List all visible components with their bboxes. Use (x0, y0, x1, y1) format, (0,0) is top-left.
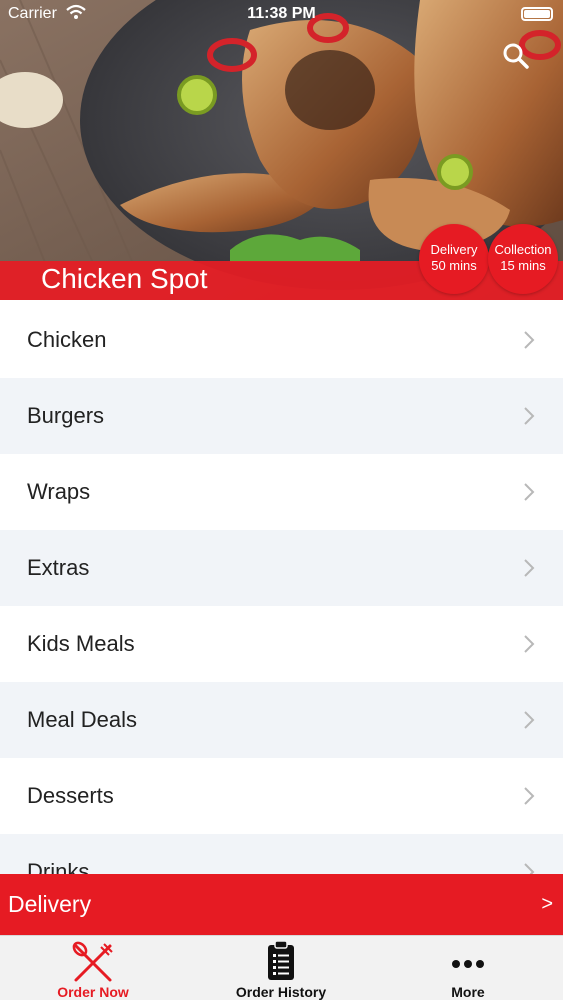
collection-badge-time: 15 mins (500, 258, 546, 273)
category-label: Burgers (27, 403, 105, 428)
delivery-mode-bar[interactable]: Delivery > (0, 874, 563, 935)
category-label: Desserts (27, 783, 114, 808)
collection-time-badge: Collection 15 mins (488, 224, 558, 294)
tab-order-now[interactable]: Order Now (43, 936, 143, 1000)
chevron-right-icon (524, 635, 535, 653)
tab-order-history[interactable]: Order History (221, 936, 341, 1000)
restaurant-name: Chicken Spot (41, 263, 208, 294)
delivery-mode-label: Delivery (8, 891, 92, 917)
category-label: Extras (27, 555, 90, 580)
chevron-right-icon (524, 331, 535, 349)
battery-icon (521, 7, 553, 21)
category-row-desserts[interactable]: Desserts (0, 758, 563, 834)
delivery-badge-title: Delivery (430, 242, 478, 257)
category-label: Drinks (27, 859, 90, 874)
category-label: Kids Meals (27, 631, 135, 656)
category-row-drinks[interactable]: Drinks (0, 834, 563, 874)
tab-more[interactable]: More (428, 936, 508, 1000)
category-label: Wraps (27, 479, 91, 504)
chevron-right-icon (524, 407, 535, 425)
delivery-time-badge: Delivery 50 mins (419, 224, 489, 294)
more-dots-icon (452, 960, 484, 968)
chevron-right-icon (524, 559, 535, 577)
category-row-meal-deals[interactable]: Meal Deals (0, 682, 563, 758)
status-bar: Carrier 11:38 PM (0, 0, 563, 30)
hero-banner: Carrier 11:38 PM Chicken Spot Delivery 5… (0, 0, 563, 300)
category-label: Meal Deals (27, 707, 138, 732)
chevron-right-icon (524, 483, 535, 501)
tab-bar: Order Now Order History More (0, 935, 563, 1000)
collection-badge-title: Collection (494, 242, 552, 257)
category-label: Chicken (27, 327, 107, 352)
clipboard-list-icon (268, 940, 294, 980)
tab-label: Order History (235, 984, 327, 1000)
tab-label: Order Now (57, 984, 129, 1000)
category-list[interactable]: Chicken Burgers Wraps Extras Kids Meals … (0, 302, 563, 874)
delivery-badge-time: 50 mins (431, 258, 477, 273)
category-row-kids-meals[interactable]: Kids Meals (0, 606, 563, 682)
tab-label: More (451, 984, 485, 1000)
category-row-wraps[interactable]: Wraps (0, 454, 563, 530)
category-row-extras[interactable]: Extras (0, 530, 563, 606)
search-icon[interactable] (500, 40, 532, 72)
chevron-right-icon (524, 711, 535, 729)
chevron-right-icon (524, 863, 535, 874)
category-row-chicken[interactable]: Chicken (0, 302, 563, 378)
category-row-burgers[interactable]: Burgers (0, 378, 563, 454)
chevron-right-icon (524, 787, 535, 805)
clock: 11:38 PM (247, 5, 316, 22)
delivery-mode-arrow: > (541, 893, 553, 915)
fork-knife-icon (72, 941, 113, 982)
